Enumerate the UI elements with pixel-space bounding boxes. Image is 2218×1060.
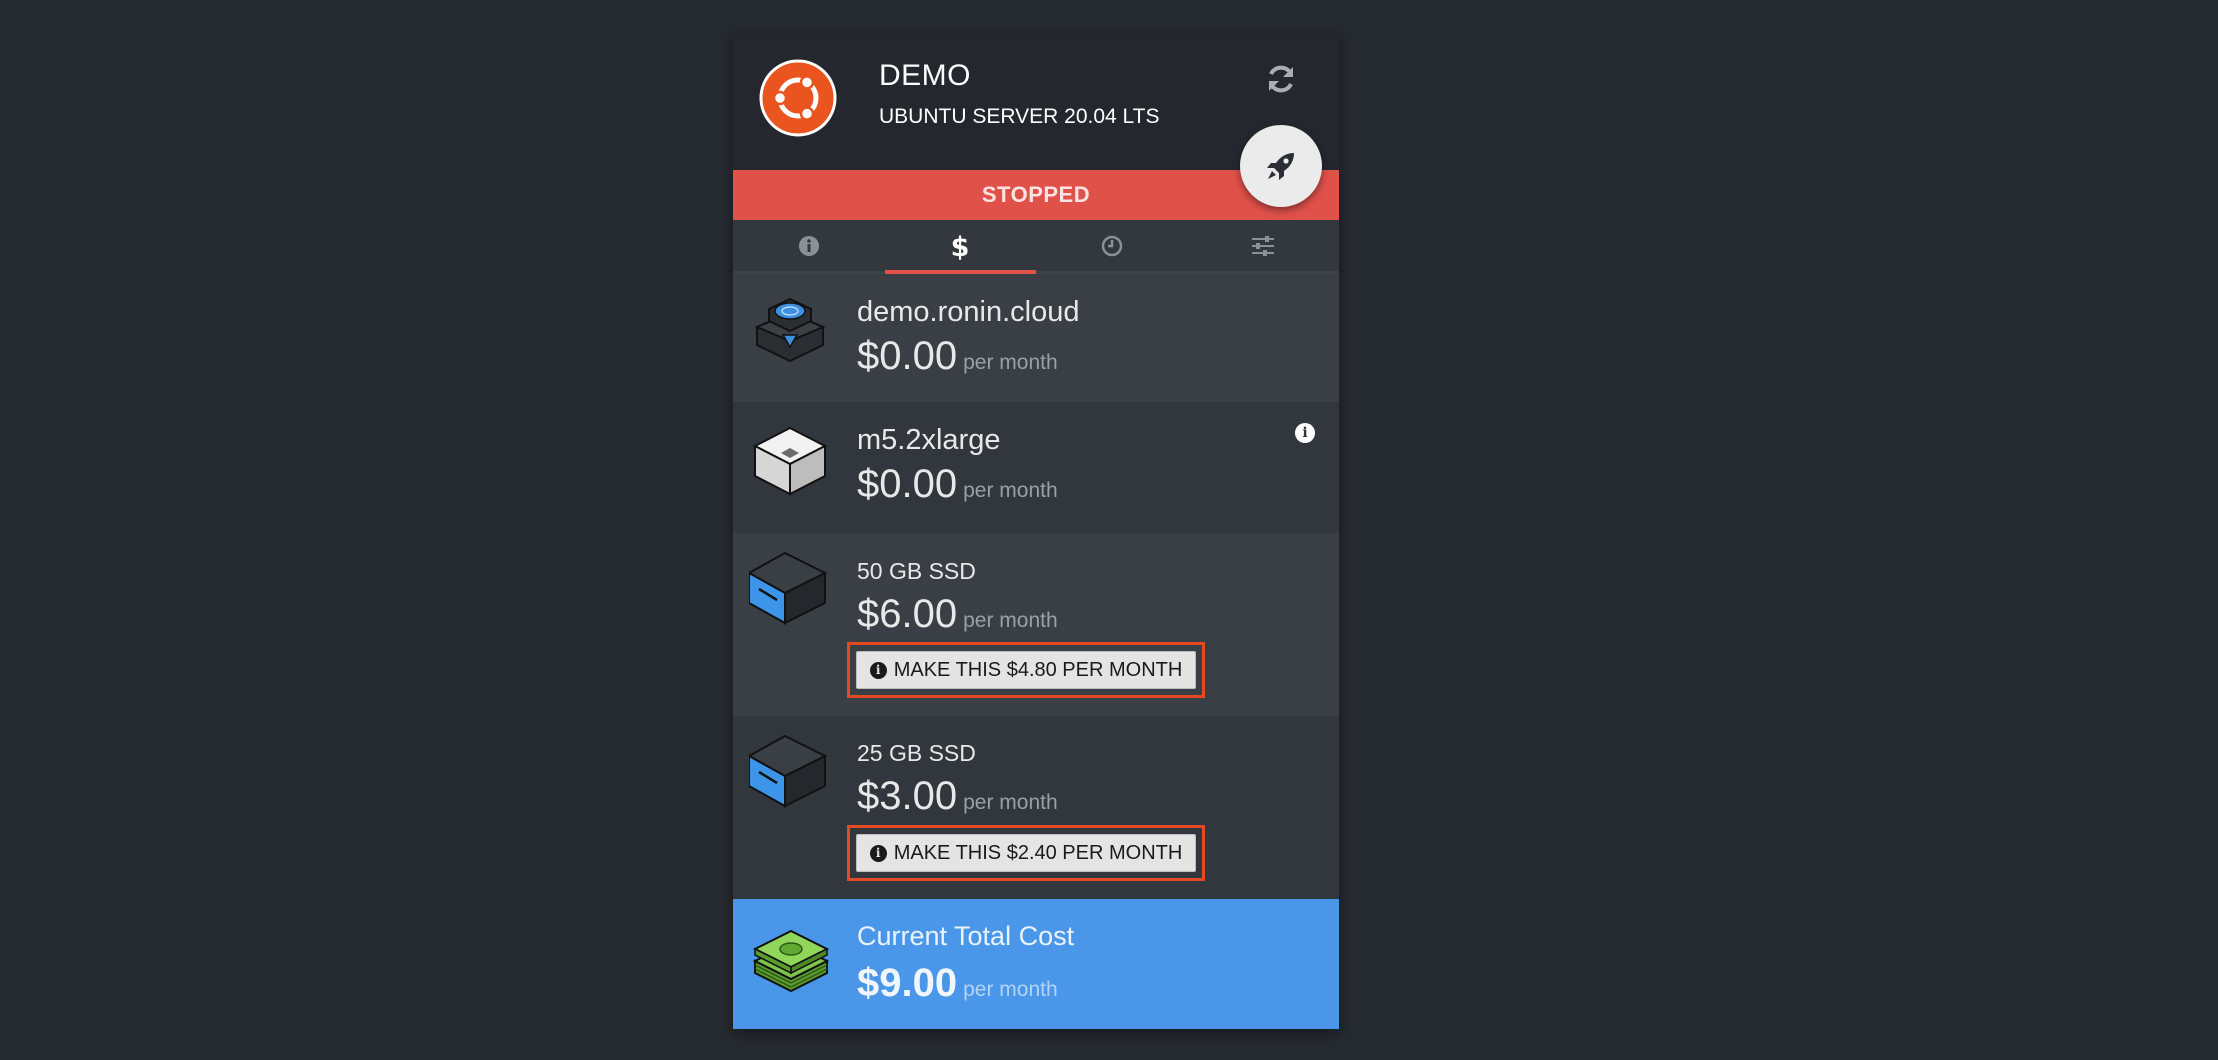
save-cost-label: MAKE THIS $2.40 PER MONTH [893, 841, 1183, 864]
instance-box-icon [752, 426, 828, 496]
tab-info[interactable] [733, 220, 885, 271]
tab-bar: $ [733, 220, 1339, 274]
item-name: m5.2xlarge [857, 424, 1001, 456]
item-name: 50 GB SSD [857, 558, 976, 584]
item-name: 25 GB SSD [857, 740, 976, 766]
item-price: $0.00 per month [857, 462, 1058, 507]
total-period: per month [963, 978, 1058, 1001]
dollar-icon: $ [951, 232, 970, 261]
refresh-icon [1269, 65, 1293, 93]
instance-title: DEMO [879, 59, 971, 92]
cost-row-dns: demo.ronin.cloud $0.00 per month [733, 274, 1339, 402]
dns-server-icon [754, 297, 826, 363]
item-price: $0.00 per month [857, 334, 1058, 379]
tab-cost[interactable]: $ [884, 220, 1037, 274]
instance-info-icon[interactable]: i [1295, 423, 1315, 443]
clock-icon [1101, 235, 1122, 256]
save-cost-label: MAKE THIS $4.80 PER MONTH [893, 658, 1183, 681]
price-period: per month [963, 609, 1058, 632]
price-period: per month [963, 351, 1058, 374]
price-period: per month [963, 791, 1058, 814]
money-stack-icon [752, 929, 830, 993]
price-amount: $3.00 [857, 774, 958, 818]
tab-settings[interactable] [1188, 220, 1340, 271]
ssd-drive-icon [749, 551, 828, 625]
cost-row-ssd-50: 50 GB SSD $6.00 per month i MAKE THIS $4.8… [733, 533, 1339, 716]
refresh-button[interactable] [1261, 59, 1301, 99]
price-amount: $0.00 [857, 334, 958, 378]
info-icon [798, 235, 819, 256]
item-price: $6.00 per month [857, 592, 1058, 637]
card-header: DEMO UBUNTU SERVER 20.04 LTS [733, 33, 1339, 207]
save-cost-button[interactable]: i MAKE THIS $4.80 PER MONTH [856, 651, 1196, 689]
instance-os: UBUNTU SERVER 20.04 LTS [879, 105, 1160, 128]
tab-schedule[interactable] [1036, 220, 1188, 271]
save-highlight: i MAKE THIS $2.40 PER MONTH [847, 825, 1205, 881]
total-label: Current Total Cost [857, 921, 1075, 951]
total-amount: $9.00 [857, 961, 958, 1005]
save-cost-button[interactable]: i MAKE THIS $2.40 PER MONTH [856, 834, 1196, 872]
launch-button[interactable] [1240, 125, 1322, 207]
price-amount: $6.00 [857, 592, 958, 636]
cost-row-ssd-25: 25 GB SSD $3.00 per month i MAKE THIS $2.4… [733, 716, 1339, 899]
total-price: $9.00 per month [857, 961, 1058, 1006]
item-name: demo.ronin.cloud [857, 296, 1080, 328]
info-icon: i [869, 661, 887, 679]
ssd-drive-icon [749, 734, 828, 808]
info-icon: i [869, 844, 887, 862]
save-highlight: i MAKE THIS $4.80 PER MONTH [847, 642, 1205, 698]
price-amount: $0.00 [857, 462, 958, 506]
ubuntu-logo-icon [759, 59, 837, 137]
item-price: $3.00 per month [857, 774, 1058, 819]
svg-text:$: $ [951, 232, 970, 261]
sliders-icon [1252, 235, 1275, 256]
cost-row-instance: m5.2xlarge $0.00 per month i [733, 402, 1339, 533]
rocket-icon [1267, 153, 1294, 180]
total-cost-panel: Current Total Cost $9.00 per month [733, 899, 1339, 1029]
instance-card: DEMO UBUNTU SERVER 20.04 LTS STOPPED $ d… [733, 33, 1339, 1029]
price-period: per month [963, 479, 1058, 502]
